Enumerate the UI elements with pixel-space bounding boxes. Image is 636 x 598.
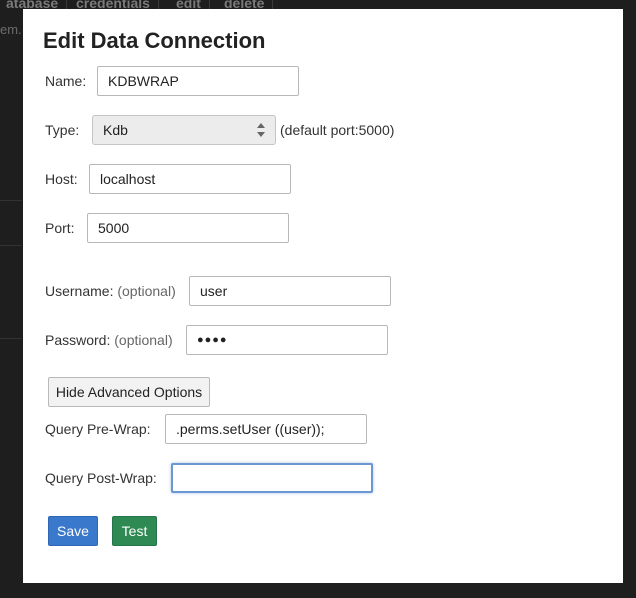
background-row-text: em.d (0, 22, 22, 37)
name-label: Name: (45, 73, 87, 89)
name-input[interactable] (97, 66, 299, 96)
query-pre-wrap-label: Query Pre-Wrap: (45, 421, 151, 437)
test-button[interactable]: Test (112, 516, 157, 546)
host-input[interactable] (89, 164, 291, 194)
password-optional-text: (optional) (114, 332, 173, 348)
dialog-title: Edit Data Connection (43, 28, 266, 53)
password-label: Password: (optional) (45, 331, 173, 349)
edit-connection-dialog: Edit Data Connection Name: Type: Kdb (de… (23, 9, 623, 583)
query-post-wrap-label: Query Post-Wrap: (45, 470, 157, 486)
port-input[interactable] (87, 213, 289, 243)
background-divider (0, 200, 22, 201)
username-label-text: Username: (45, 283, 114, 299)
username-label: Username: (optional) (45, 282, 176, 300)
password-label-text: Password: (45, 332, 111, 348)
username-optional-text: (optional) (117, 283, 176, 299)
type-select-value: Kdb (103, 122, 128, 138)
background-divider (0, 245, 22, 246)
background-divider (0, 338, 22, 339)
query-post-wrap-input[interactable] (171, 463, 373, 493)
default-port-hint: (default port:5000) (280, 122, 395, 138)
host-label: Host: (45, 171, 78, 187)
type-label: Type: (45, 122, 80, 138)
save-button[interactable]: Save (48, 516, 98, 546)
port-label: Port: (45, 220, 75, 236)
query-pre-wrap-input[interactable] (165, 414, 367, 444)
password-input[interactable] (186, 325, 388, 355)
hide-advanced-options-button[interactable]: Hide Advanced Options (48, 377, 210, 407)
username-input[interactable] (189, 276, 391, 306)
type-select[interactable]: Kdb (92, 115, 276, 145)
select-arrows-icon (257, 123, 265, 137)
